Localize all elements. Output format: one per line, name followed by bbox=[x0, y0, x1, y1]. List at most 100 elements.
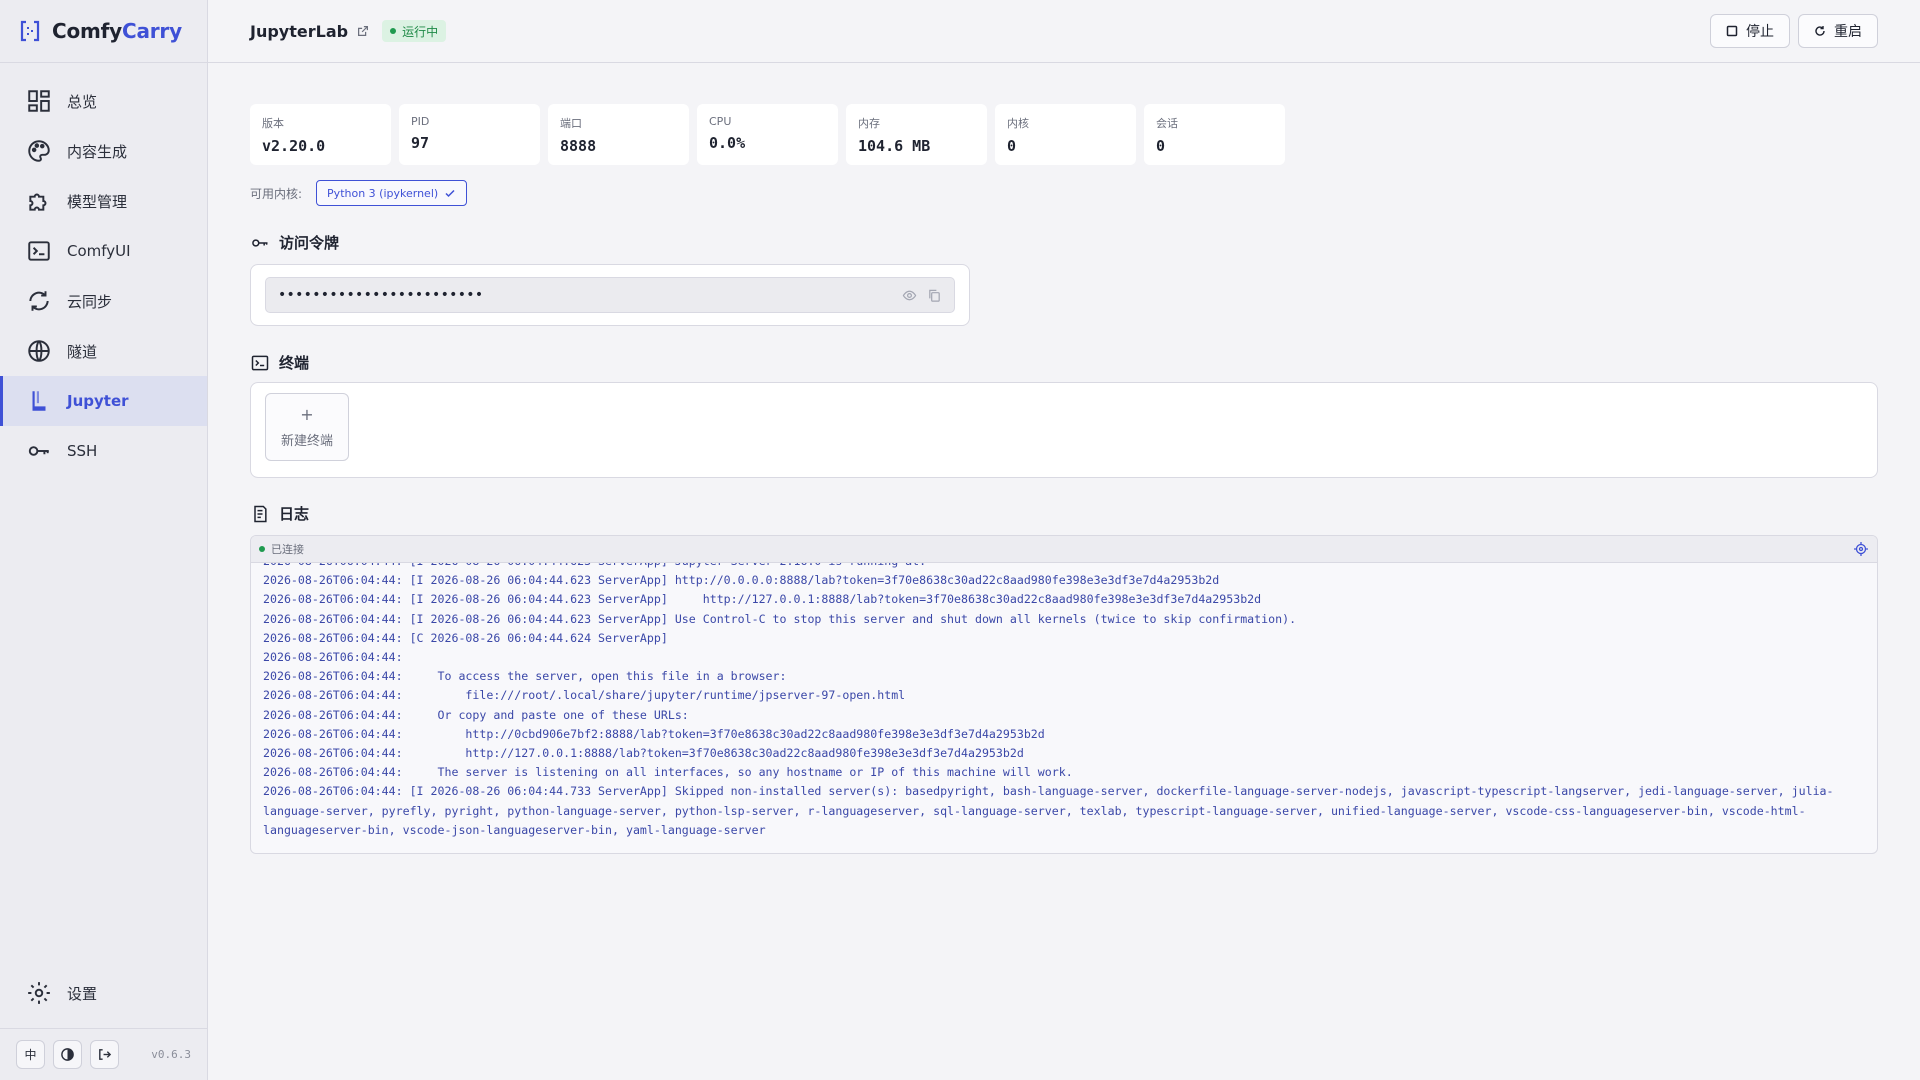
terminal-icon bbox=[251, 355, 269, 370]
sidebar: ComfyCarry 总览 内容生成 模型管理 ComfyUI 云同步 隧道 J… bbox=[0, 0, 208, 1080]
external-link-icon[interactable] bbox=[356, 24, 370, 38]
locate-icon[interactable] bbox=[1853, 541, 1869, 557]
copy-icon[interactable] bbox=[927, 288, 942, 303]
log-line: 2026-08-26T06:04:44: [I 2026-08-26 06:04… bbox=[263, 611, 1297, 626]
notebook-icon bbox=[32, 391, 46, 411]
log-line: 2026-08-26T06:04:44: http://127.0.0.1:88… bbox=[263, 746, 1024, 761]
terminal-icon bbox=[28, 241, 50, 261]
log-panel: 已连接 2026-08-26T06:04:44: [I 2026-08-26 0… bbox=[250, 535, 1878, 854]
sidebar-item-label: Jupyter bbox=[67, 392, 129, 410]
cloud-sync-icon bbox=[29, 291, 49, 311]
sidebar-item-overview[interactable]: 总览 bbox=[0, 76, 207, 126]
sidebar-item-label: SSH bbox=[67, 442, 98, 460]
sidebar-item-jupyter[interactable]: Jupyter bbox=[0, 376, 207, 426]
status-badge: 运行中 bbox=[382, 20, 447, 42]
token-card: •••••••••••••••••••••••• bbox=[250, 264, 970, 326]
sidebar-item-content-generation[interactable]: 内容生成 bbox=[0, 126, 207, 176]
log-line: 2026-08-26T06:04:44: [C 2026-08-26 06:04… bbox=[263, 630, 668, 645]
eye-icon[interactable] bbox=[902, 288, 917, 303]
kernel-chip-label: Python 3 (ipykernel) bbox=[327, 186, 439, 200]
new-terminal-button[interactable]: + 新建终端 bbox=[265, 393, 349, 461]
log-lines: 2026-08-26T06:04:44: [I 2026-08-26 06:04… bbox=[263, 563, 1865, 840]
stat-card-cpu: CPU 0.0% bbox=[697, 104, 838, 165]
stat-label: PID bbox=[411, 115, 430, 128]
kernels-label: 可用内核: bbox=[250, 186, 303, 201]
app-version: v0.6.3 bbox=[151, 1048, 191, 1061]
connection-status: 已连接 bbox=[271, 543, 304, 556]
stat-value: 104.6 MB bbox=[858, 137, 931, 155]
theme-toggle-button[interactable] bbox=[53, 1040, 82, 1069]
log-line: 2026-08-26T06:04:44: file:///root/.local… bbox=[263, 688, 906, 703]
stat-value: 0.0% bbox=[709, 134, 746, 152]
stat-label: 会话 bbox=[1156, 117, 1178, 130]
sidebar-item-comfyui[interactable]: ComfyUI bbox=[0, 226, 207, 276]
log-line: 2026-08-26T06:04:44: [I 2026-08-26 06:04… bbox=[263, 573, 1220, 588]
page-header: JupyterLab 运行中 停止 重启 bbox=[208, 0, 1920, 63]
log-line: 2026-08-26T06:04:44: The server is liste… bbox=[263, 765, 1073, 780]
sidebar-item-model-management[interactable]: 模型管理 bbox=[0, 176, 207, 226]
token-section-title: 访问令牌 bbox=[250, 232, 1878, 253]
restart-button-label: 重启 bbox=[1834, 24, 1862, 40]
brand[interactable]: ComfyCarry bbox=[0, 0, 207, 63]
section-title-label: 日志 bbox=[279, 505, 310, 523]
restart-icon bbox=[1815, 26, 1825, 36]
token-value: •••••••••••••••••••••••• bbox=[278, 287, 484, 303]
page-title: JupyterLab bbox=[250, 21, 349, 41]
brand-name: ComfyCarry bbox=[52, 19, 182, 43]
sidebar-nav: 总览 内容生成 模型管理 ComfyUI 云同步 隧道 Jupyter SSH bbox=[0, 63, 207, 476]
token-field[interactable]: •••••••••••••••••••••••• bbox=[265, 277, 955, 313]
plus-icon: + bbox=[300, 405, 314, 424]
sidebar-item-label: 总览 bbox=[67, 92, 98, 111]
stat-card-port: 端口 8888 bbox=[548, 104, 689, 165]
sidebar-item-tunnel[interactable]: 隧道 bbox=[0, 326, 207, 376]
stat-card-pid: PID 97 bbox=[399, 104, 540, 165]
brand-name-part1: Comfy bbox=[52, 19, 122, 43]
stat-value: 97 bbox=[411, 134, 430, 152]
globe-icon bbox=[28, 340, 50, 362]
logout-icon bbox=[99, 1049, 112, 1060]
sidebar-item-label: 云同步 bbox=[67, 292, 113, 311]
sidebar-item-label: 内容生成 bbox=[67, 142, 128, 161]
header-actions: 停止 重启 bbox=[1702, 14, 1878, 48]
log-line: 2026-08-26T06:04:44: [I 2026-08-26 06:04… bbox=[263, 563, 1865, 571]
sidebar-item-label: ComfyUI bbox=[67, 242, 131, 260]
puzzle-icon bbox=[29, 193, 47, 211]
stat-value: 0 bbox=[1007, 137, 1017, 155]
restart-button[interactable]: 重启 bbox=[1798, 14, 1878, 48]
status-dot-icon bbox=[390, 28, 397, 34]
stat-label: 内存 bbox=[858, 117, 880, 130]
kernel-chip[interactable]: Python 3 (ipykernel) bbox=[316, 180, 468, 206]
key-icon bbox=[28, 446, 49, 456]
sidebar-item-label: 模型管理 bbox=[67, 192, 128, 211]
stop-icon bbox=[1726, 25, 1738, 37]
log-line: 2026-08-26T06:04:44: To access the serve… bbox=[263, 669, 787, 684]
sidebar-item-label: 隧道 bbox=[67, 342, 98, 361]
terminal-section-title: 终端 bbox=[250, 352, 1878, 373]
section-title-label: 终端 bbox=[279, 354, 310, 372]
log-line: 2026-08-26T06:04:44: [I 2026-08-26 06:04… bbox=[263, 592, 1262, 607]
gear-icon bbox=[28, 982, 50, 1004]
connection-dot-icon bbox=[259, 546, 265, 552]
language-toggle-button[interactable]: 中 bbox=[16, 1040, 45, 1069]
stat-label: 版本 bbox=[262, 117, 284, 130]
logout-button[interactable] bbox=[90, 1040, 119, 1069]
log-line: 2026-08-26T06:04:44: bbox=[263, 650, 403, 665]
log-header: 已连接 bbox=[251, 536, 1877, 563]
available-kernels: 可用内核: Python 3 (ipykernel) bbox=[250, 180, 1878, 206]
sidebar-footer: 中 v0.6.3 bbox=[0, 1028, 207, 1080]
stat-value: 8888 bbox=[560, 137, 597, 155]
sidebar-item-settings[interactable]: 设置 bbox=[0, 968, 207, 1018]
contrast-icon bbox=[61, 1048, 74, 1061]
stat-card-version: 版本 v2.20.0 bbox=[250, 104, 391, 165]
log-line: 2026-08-26T06:04:44: Or copy and paste o… bbox=[263, 707, 689, 722]
stats-row: 版本 v2.20.0 PID 97 端口 8888 CPU 0.0% 内存 10… bbox=[250, 104, 1878, 165]
stop-button[interactable]: 停止 bbox=[1710, 14, 1790, 48]
log-output[interactable]: 2026-08-26T06:04:44: [I 2026-08-26 06:04… bbox=[251, 563, 1877, 853]
section-title-label: 访问令牌 bbox=[279, 234, 340, 252]
sidebar-item-cloud-sync[interactable]: 云同步 bbox=[0, 276, 207, 326]
sidebar-item-ssh[interactable]: SSH bbox=[0, 426, 207, 476]
stat-label: 内核 bbox=[1007, 117, 1029, 130]
stat-card-sessions: 会话 0 bbox=[1144, 104, 1285, 165]
check-icon bbox=[445, 189, 455, 198]
log-line: 2026-08-26T06:04:44: http://0cbd906e7bf2… bbox=[263, 726, 1045, 741]
